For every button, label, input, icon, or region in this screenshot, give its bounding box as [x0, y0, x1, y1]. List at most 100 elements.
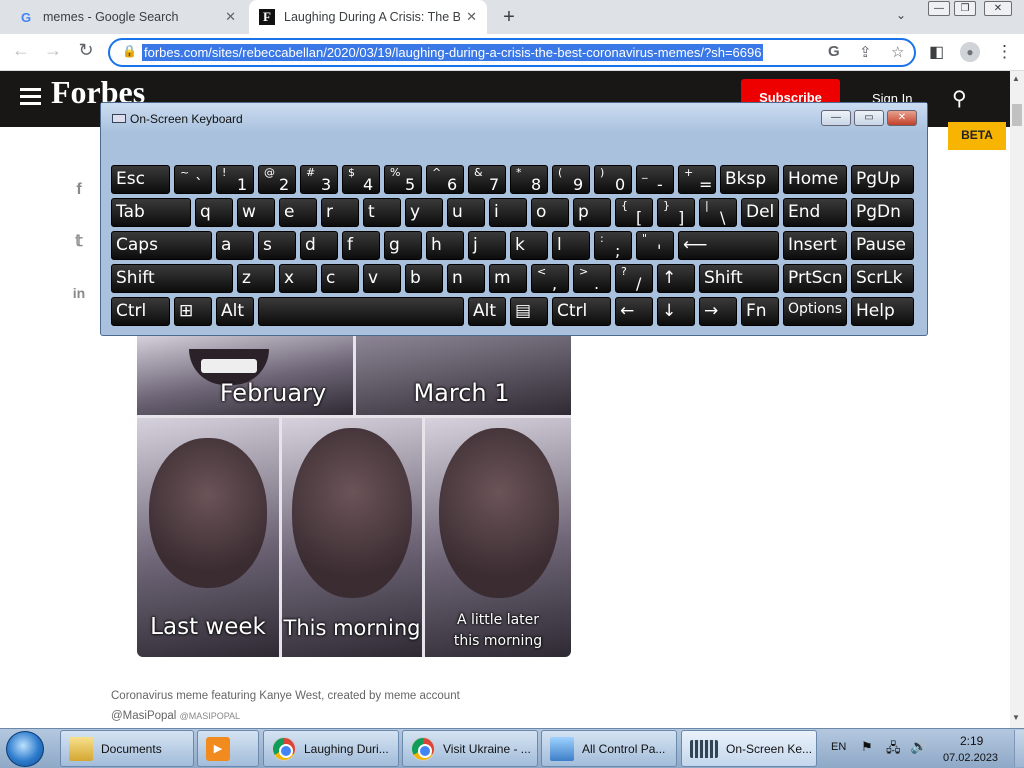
osk-key[interactable]: ▤: [510, 297, 548, 326]
osk-key-esc[interactable]: Esc: [111, 165, 170, 194]
tab-memes-search[interactable]: G memes - Google Search ✕: [8, 0, 246, 34]
osk-key-h[interactable]: h: [426, 231, 464, 260]
hamburger-menu-icon[interactable]: [20, 88, 41, 109]
osk-key-6[interactable]: ^ 6: [426, 165, 464, 194]
osk-key-fn[interactable]: Fn: [741, 297, 779, 326]
osk-key-s[interactable]: s: [258, 231, 296, 260]
osk-key-4[interactable]: $4: [342, 165, 380, 194]
taskbar-control-panel[interactable]: All Control Pa...: [541, 730, 677, 767]
taskbar-media-player[interactable]: ▶: [197, 730, 259, 767]
url-text[interactable]: forbes.com/sites/rebeccabellan/2020/03/1…: [142, 44, 764, 61]
osk-key-9[interactable]: (9: [552, 165, 590, 194]
osk-close-button[interactable]: ✕: [887, 110, 917, 126]
reload-icon[interactable]: ↻: [73, 40, 99, 61]
google-lens-icon[interactable]: G: [828, 43, 840, 60]
beta-badge[interactable]: BETA: [948, 122, 1006, 150]
osk-key-x[interactable]: x: [279, 264, 317, 293]
osk-key-m[interactable]: m: [489, 264, 527, 293]
osk-key-del[interactable]: Del: [741, 198, 779, 227]
osk-key-space[interactable]: [258, 297, 464, 326]
osk-key[interactable]: ~ `: [174, 165, 212, 194]
scrollbar-thumb[interactable]: [1012, 104, 1022, 126]
flag-icon[interactable]: ⚑: [861, 739, 873, 755]
osk-key-bksp[interactable]: Bksp: [720, 165, 779, 194]
close-window-button[interactable]: ✕: [984, 1, 1012, 16]
osk-key-z[interactable]: z: [237, 264, 275, 293]
osk-key[interactable]: ⊞: [174, 297, 212, 326]
scroll-up-icon[interactable]: ▲: [1012, 74, 1020, 83]
osk-key-j[interactable]: j: [468, 231, 506, 260]
osk-key-w[interactable]: w: [237, 198, 275, 227]
osk-key-g[interactable]: g: [384, 231, 422, 260]
osk-key-options[interactable]: Options: [783, 297, 847, 326]
osk-key-pause[interactable]: Pause: [851, 231, 914, 260]
side-panel-icon[interactable]: ◧: [929, 42, 944, 62]
close-tab-icon[interactable]: ✕: [225, 9, 236, 25]
osk-key[interactable]: + =: [678, 165, 716, 194]
osk-key-i[interactable]: i: [489, 198, 527, 227]
osk-key-r[interactable]: r: [321, 198, 359, 227]
tab-search-icon[interactable]: ⌄: [896, 8, 906, 22]
osk-minimize-button[interactable]: —: [821, 110, 851, 126]
search-icon[interactable]: ⚲: [952, 86, 967, 111]
osk-key-prtscn[interactable]: PrtScn: [783, 264, 847, 293]
address-bar[interactable]: 🔒 forbes.com/sites/rebeccabellan/2020/03…: [108, 38, 916, 67]
tab-forbes-article[interactable]: F Laughing During A Crisis: The Be ✕: [249, 0, 487, 34]
osk-key[interactable]: }]: [657, 198, 695, 227]
osk-key-y[interactable]: y: [405, 198, 443, 227]
osk-key-b[interactable]: b: [405, 264, 443, 293]
osk-restore-button[interactable]: ▭: [854, 110, 884, 126]
taskbar-chrome-ukraine[interactable]: Visit Ukraine - ...: [402, 730, 538, 767]
osk-key-u[interactable]: u: [447, 198, 485, 227]
taskbar-on-screen-keyboard[interactable]: On-Screen Ke...: [681, 730, 817, 767]
show-desktop-button[interactable]: [1014, 730, 1024, 767]
profile-avatar-icon[interactable]: ●: [960, 42, 980, 62]
osk-key-pgup[interactable]: PgUp: [851, 165, 914, 194]
osk-key-ctrl[interactable]: Ctrl: [111, 297, 170, 326]
osk-key[interactable]: ↓: [657, 297, 695, 326]
osk-key-7[interactable]: & 7: [468, 165, 506, 194]
language-indicator[interactable]: EN: [831, 741, 846, 753]
twitter-share-icon[interactable]: 𝕥: [70, 231, 88, 251]
osk-key[interactable]: ? /: [615, 264, 653, 293]
new-tab-button[interactable]: +: [498, 6, 520, 28]
linkedin-share-icon[interactable]: in: [70, 285, 88, 301]
bookmark-star-icon[interactable]: ☆: [891, 43, 904, 61]
osk-key-scrlk[interactable]: ScrLk: [851, 264, 914, 293]
osk-key-8[interactable]: * 8: [510, 165, 548, 194]
taskbar-documents[interactable]: Documents: [60, 730, 194, 767]
browser-menu-icon[interactable]: ⋮: [996, 42, 1013, 62]
osk-key-k[interactable]: k: [510, 231, 548, 260]
lock-icon[interactable]: 🔒: [122, 44, 137, 58]
osk-key-c[interactable]: c: [321, 264, 359, 293]
osk-key[interactable]: ⟵: [678, 231, 779, 260]
share-icon[interactable]: ⇪: [859, 43, 872, 61]
osk-key[interactable]: " ': [636, 231, 674, 260]
osk-key-p[interactable]: p: [573, 198, 611, 227]
osk-key-shift[interactable]: Shift: [111, 264, 233, 293]
clock-time[interactable]: 2:19: [960, 734, 983, 748]
osk-key-q[interactable]: q: [195, 198, 233, 227]
minimize-window-button[interactable]: —: [928, 1, 950, 16]
osk-key-0[interactable]: ) 0: [594, 165, 632, 194]
clock-date[interactable]: 07.02.2023: [943, 752, 998, 764]
scroll-down-icon[interactable]: ▼: [1012, 713, 1020, 722]
osk-key[interactable]: >.: [573, 264, 611, 293]
caption-handle[interactable]: @MasiPopal: [111, 710, 176, 722]
facebook-share-icon[interactable]: f: [70, 181, 88, 199]
osk-key-3[interactable]: #3: [300, 165, 338, 194]
back-icon[interactable]: ←: [8, 40, 34, 61]
osk-key-a[interactable]: a: [216, 231, 254, 260]
network-icon[interactable]: 🖧: [886, 739, 901, 761]
osk-key-v[interactable]: v: [363, 264, 401, 293]
taskbar-chrome-forbes[interactable]: Laughing Duri...: [263, 730, 399, 767]
osk-key-shift[interactable]: Shift: [699, 264, 779, 293]
osk-key-o[interactable]: o: [531, 198, 569, 227]
osk-key-alt[interactable]: Alt: [468, 297, 506, 326]
close-tab-icon[interactable]: ✕: [466, 9, 477, 25]
osk-key[interactable]: ↑: [657, 264, 695, 293]
osk-key-home[interactable]: Home: [783, 165, 847, 194]
page-scrollbar[interactable]: [1010, 71, 1024, 729]
forward-icon[interactable]: →: [40, 40, 66, 61]
osk-key[interactable]: _ -: [636, 165, 674, 194]
